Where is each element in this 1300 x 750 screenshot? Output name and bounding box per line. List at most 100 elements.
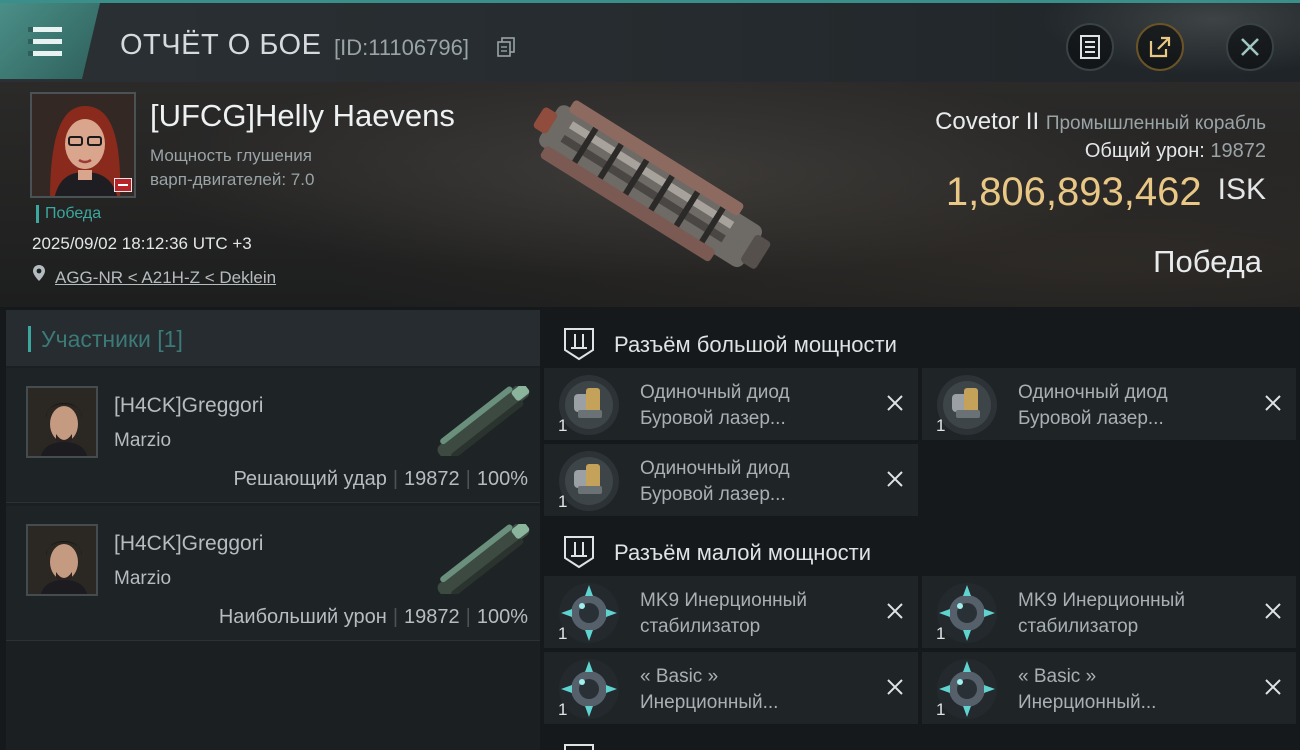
document-icon — [1080, 35, 1100, 59]
attacker-ship-image — [437, 524, 530, 594]
module-item[interactable]: 1 Одиночный диод Буровой лазер... — [544, 444, 918, 516]
close-icon[interactable] — [886, 394, 904, 412]
victim-stat-line1: Мощность глушения — [150, 146, 312, 165]
module-item[interactable]: 1 Одиночный диод Буровой лазер... — [922, 368, 1296, 440]
victim-name[interactable]: [UFCG]Helly Haevens — [150, 98, 455, 134]
page-title: ОТЧЁТ О БОЕ — [120, 29, 322, 61]
victim-stat-line2: варп-двигателей: 7.0 — [150, 170, 315, 189]
attacker-name[interactable]: [H4CK]Greggori — [114, 532, 263, 556]
total-damage-value: 19872 — [1210, 140, 1266, 162]
isk-amount: 1,806,893,462 — [945, 170, 1202, 214]
module-quantity: 1 — [936, 700, 946, 719]
low-slot-header: Разъём малой мощности — [544, 522, 1300, 578]
menu-icon-bar — [28, 39, 62, 44]
module-name: Одиночный диод Буровой лазер... — [640, 456, 870, 508]
low-slot-icon — [564, 536, 594, 569]
attacker-pilot: Marzio — [114, 430, 172, 451]
menu-button[interactable] — [0, 3, 100, 79]
separator: | — [465, 606, 471, 628]
copy-icon[interactable] — [497, 37, 515, 57]
report-id: [ID:11106796] — [334, 35, 469, 60]
low-slot-label: Разъём малой мощности — [614, 540, 872, 565]
module-name: MK9 Инерционный стабилизатор — [640, 588, 870, 640]
attacker-role: Наибольший урон — [218, 606, 387, 628]
tab-accent — [28, 326, 31, 352]
module-name-line2: стабилизатор — [640, 616, 761, 637]
close-icon[interactable] — [886, 470, 904, 488]
attacker-avatar[interactable] — [26, 524, 98, 596]
module-item[interactable]: 1 « Basic » Инерционный... — [544, 652, 918, 724]
attacker-portrait-image — [28, 526, 96, 594]
close-icon[interactable] — [1264, 394, 1282, 412]
close-button[interactable] — [1226, 23, 1274, 71]
ship-class: Промышленный корабль — [1045, 113, 1266, 134]
victim-stat: Мощность глушения варп-двигателей: 7.0 — [150, 144, 314, 192]
header-bar: ОТЧЁТ О БОЕ [ID:11106796] — [0, 0, 1300, 85]
module-quantity: 1 — [558, 700, 568, 719]
module-quantity: 1 — [558, 416, 568, 435]
module-item[interactable]: 1 MK9 Инерционный стабилизатор — [544, 576, 918, 648]
module-name: « Basic » Инерционный... — [640, 664, 870, 716]
module-name-line1: MK9 Инерционный — [1018, 590, 1185, 611]
attacker-row[interactable]: [H4CK]Greggori Marzio Решающий удар | 1987… — [6, 368, 540, 503]
attacker-percent: 100% — [476, 606, 528, 628]
participants-title: Участники [1] — [41, 326, 183, 352]
menu-icon-dot — [28, 51, 33, 56]
module-item[interactable]: 1 « Basic » Инерционный... — [922, 652, 1296, 724]
module-name: Одиночный диод Буровой лазер... — [1018, 380, 1248, 432]
share-icon — [1149, 36, 1171, 58]
module-quantity: 1 — [558, 624, 568, 643]
attacker-portrait-image — [28, 388, 96, 456]
share-button[interactable] — [1136, 23, 1184, 71]
attacker-damage: 19872 — [404, 468, 460, 490]
high-slot-label: Разъём большой мощности — [614, 332, 897, 357]
attacker-name[interactable]: [H4CK]Greggori — [114, 394, 263, 418]
attacker-stats: Решающий удар | 19872 | 100% — [233, 468, 528, 491]
attacker-percent: 100% — [476, 468, 528, 490]
next-slot-header — [544, 730, 1300, 750]
close-icon[interactable] — [886, 678, 904, 696]
module-name-line2: стабилизатор — [1018, 616, 1139, 637]
module-name-line2: Инерционный... — [1018, 692, 1157, 713]
module-quantity: 1 — [558, 492, 568, 511]
module-quantity: 1 — [936, 624, 946, 643]
high-slot-icon — [564, 328, 594, 361]
module-name-line2: Буровой лазер... — [640, 408, 786, 429]
module-item[interactable]: 1 Одиночный диод Буровой лазер... — [544, 368, 918, 440]
outcome-tag: Победа — [36, 205, 101, 223]
attacker-avatar[interactable] — [26, 386, 98, 458]
victim-summary: [UFCG]Helly Haevens Мощность глушения ва… — [0, 82, 1300, 307]
module-name-line2: Буровой лазер... — [640, 484, 786, 505]
module-name: MK9 Инерционный стабилизатор — [1018, 588, 1248, 640]
fitting-panel: Разъём большой мощности 1 Одиночный диод… — [544, 310, 1300, 750]
menu-icon-bar — [28, 51, 62, 56]
attacker-damage: 19872 — [404, 606, 460, 628]
high-slot-header: Разъём большой мощности — [544, 314, 1300, 370]
participants-panel: Участники [1] [H4CK]Greggori Marzio Реша… — [6, 310, 540, 750]
close-icon[interactable] — [1264, 678, 1282, 696]
isk-value: 1,806,893,462 ISK — [946, 170, 1266, 215]
attacker-ship-image — [437, 386, 530, 456]
victim-avatar[interactable] — [30, 92, 136, 198]
location-link[interactable]: AGG-NR < A21H-Z < Deklein — [55, 268, 276, 288]
module-name-line2: Инерционный... — [640, 692, 779, 713]
module-name-line1: MK9 Инерционный — [640, 590, 807, 611]
attacker-row[interactable]: [H4CK]Greggori Marzio Наибольший урон | 19… — [6, 506, 540, 641]
report-button[interactable] — [1066, 23, 1114, 71]
ship-name[interactable]: Covetor II — [935, 108, 1039, 135]
separator: | — [392, 606, 399, 628]
module-item[interactable]: 1 MK9 Инерционный стабилизатор — [922, 576, 1296, 648]
ship-image — [533, 100, 771, 269]
total-damage-label: Общий урон: — [1084, 140, 1205, 162]
participants-tab[interactable]: Участники [1] — [6, 310, 540, 366]
module-name-line1: « Basic » — [1018, 666, 1097, 687]
ship-line: Covetor II Промышленный корабль — [935, 108, 1266, 136]
module-quantity: 1 — [936, 416, 946, 435]
total-damage: Общий урон: 19872 — [1085, 140, 1266, 163]
menu-icon-dot — [28, 27, 33, 32]
close-icon[interactable] — [1264, 602, 1282, 620]
close-icon[interactable] — [886, 602, 904, 620]
isk-currency: ISK — [1217, 173, 1266, 206]
module-name: « Basic » Инерционный... — [1018, 664, 1248, 716]
module-name-line1: Одиночный диод — [640, 458, 790, 479]
